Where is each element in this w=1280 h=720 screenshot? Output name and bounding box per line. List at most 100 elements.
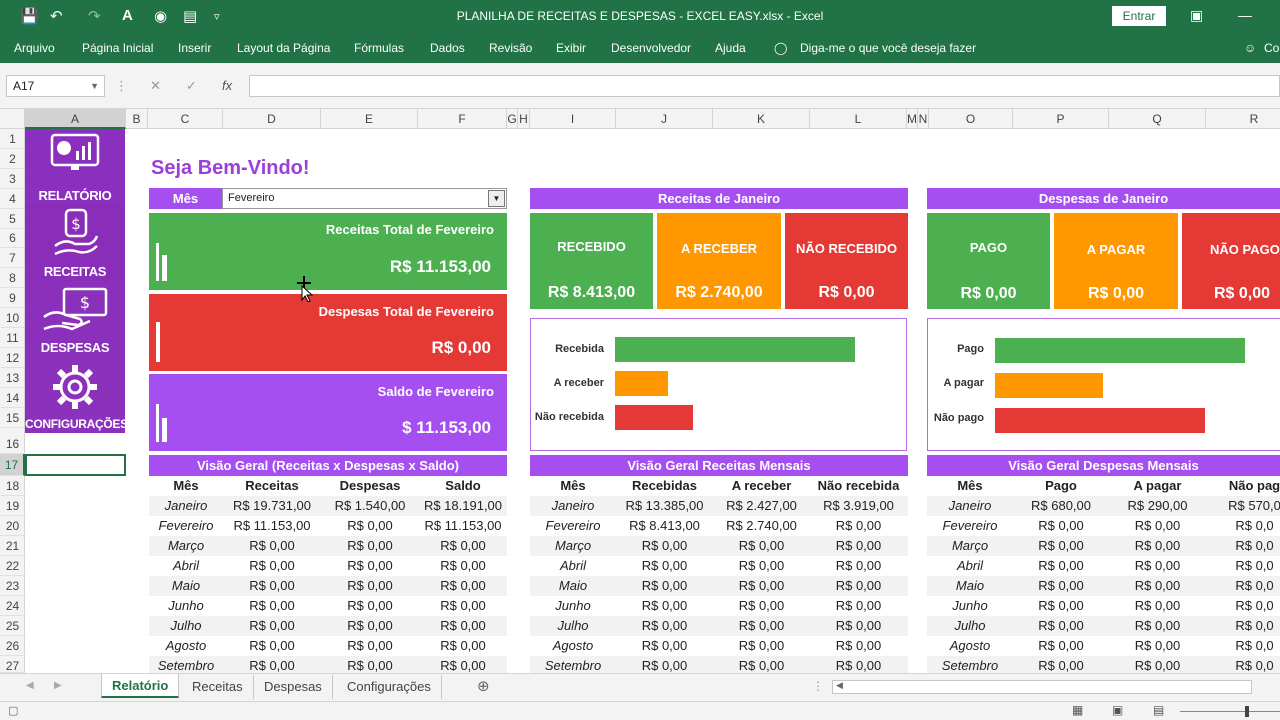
prev-sheet-icon[interactable]: ◀ [26,680,34,691]
col-header-i[interactable]: I [530,109,616,129]
row-header[interactable]: 18 [0,476,25,496]
tab-layout[interactable]: Layout da Página [237,41,330,55]
page-break-icon[interactable]: ▤ [1153,703,1164,717]
selected-cell[interactable] [25,454,126,476]
tell-me-search[interactable]: Diga-me o que você deseja fazer [800,41,976,55]
tab-revisao[interactable]: Revisão [489,41,532,55]
month-select[interactable]: Fevereiro ▼ [222,188,507,209]
row-header[interactable]: 25 [0,616,25,636]
col-header-n[interactable]: N [918,109,929,129]
row-header[interactable]: 19 [0,496,25,516]
row-header[interactable]: 5 [0,209,25,229]
tab-arquivo[interactable]: Arquivo [14,41,55,55]
row-header[interactable]: 27 [0,656,25,673]
col-header-l[interactable]: L [810,109,907,129]
col-header-h[interactable]: H [518,109,530,129]
row-header[interactable]: 12 [0,348,25,368]
col-header-d[interactable]: D [223,109,321,129]
row-header[interactable]: 3 [0,169,25,189]
zoom-slider-thumb[interactable] [1245,706,1249,717]
row-header[interactable]: 13 [0,368,25,388]
value-cell: R$ 0,00 [1038,638,1084,653]
row-header[interactable]: 9 [0,288,25,308]
row-header[interactable]: 15 [0,408,25,428]
tab-desenvolvedor[interactable]: Desenvolvedor [611,41,691,55]
month-cell: Agosto [165,638,207,653]
col-header-o[interactable]: O [929,109,1013,129]
macro-record-icon[interactable]: ▢ [8,704,18,717]
sidebar-item-despesas[interactable]: $ DESPESAS [25,281,125,357]
row-header[interactable]: 6 [0,229,25,248]
name-box[interactable]: A17 ▼ [6,75,105,97]
col-header-e[interactable]: E [321,109,418,129]
col-header-a[interactable]: A [25,109,126,129]
value-cell: R$ 0,00 [835,638,882,653]
row-header-selected[interactable]: 17 [0,454,25,476]
row-header[interactable]: 14 [0,388,25,408]
split-handle-icon[interactable]: ⋮ [812,679,824,693]
value-cell: R$ 0,00 [641,598,688,613]
row-header[interactable]: 10 [0,308,25,328]
col-header-g[interactable]: G [507,109,518,129]
minimize-icon[interactable]: — [1238,7,1252,23]
enter-icon[interactable]: ✓ [186,78,197,94]
col-header-p[interactable]: P [1013,109,1109,129]
col-header-k[interactable]: K [713,109,810,129]
row-header[interactable]: 22 [0,556,25,576]
row-header[interactable]: 16 [0,428,25,454]
row-header[interactable]: 23 [0,576,25,596]
chevron-down-icon[interactable]: ▼ [488,190,505,207]
page-layout-icon[interactable]: ▣ [1112,703,1123,717]
col-header-q[interactable]: Q [1109,109,1206,129]
tab-inserir[interactable]: Inserir [178,41,211,55]
chevron-down-icon[interactable]: ▼ [90,76,99,96]
col-header-f[interactable]: F [418,109,507,129]
ribbon-display-icon[interactable]: ▣ [1190,7,1203,24]
sidebar-item-configuracoes[interactable]: CONFIGURAÇÕES [25,357,128,433]
col-header-m[interactable]: M [907,109,918,129]
row-header[interactable]: 21 [0,536,25,556]
select-all-corner[interactable] [0,109,25,129]
share-button[interactable]: Co [1264,41,1279,55]
row-header[interactable]: 20 [0,516,25,536]
value-cell: R$ 0,00 [1134,638,1181,653]
row-header[interactable]: 7 [0,248,25,268]
month-cell: Maio [955,578,985,593]
cancel-icon[interactable]: ✕ [150,78,161,94]
tab-pagina-inicial[interactable]: Página Inicial [82,41,153,55]
sidebar-item-receitas[interactable]: $ RECEITAS [25,205,125,281]
horizontal-scrollbar[interactable]: ◀ [832,680,1252,694]
normal-view-icon[interactable]: ▦ [1072,703,1083,717]
value-cell: R$ 0,00 [738,538,785,553]
row-headers: 1 2 3 4 5 6 7 8 9 10 11 12 13 14 15 16 1… [0,129,25,673]
sheet-tab-receitas[interactable]: Receitas [182,675,254,699]
tab-formulas[interactable]: Fórmulas [354,41,404,55]
scroll-left-icon[interactable]: ◀ [836,680,843,691]
sheet-tab-relatorio[interactable]: Relatório [101,674,180,698]
row-header[interactable]: 11 [0,328,25,348]
tab-ajuda[interactable]: Ajuda [715,41,746,55]
row-header[interactable]: 26 [0,636,25,656]
sidebar-item-relatorio[interactable]: RELATÓRIO [25,129,125,205]
next-sheet-icon[interactable]: ▶ [54,680,62,691]
row-header[interactable]: 4 [0,189,25,209]
zoom-slider[interactable] [1180,711,1280,712]
col-header-j[interactable]: J [616,109,713,129]
insert-function-icon[interactable]: fx [222,78,232,93]
formula-input[interactable] [249,75,1280,97]
tab-exibir[interactable]: Exibir [556,41,586,55]
despesas-total-card: Despesas Total de Fevereiro R$ 0,00 [149,294,507,371]
sheet-tab-despesas[interactable]: Despesas [254,675,333,699]
card-value: R$ 0,00 [818,284,875,301]
row-header[interactable]: 1 [0,129,25,149]
row-header[interactable]: 24 [0,596,25,616]
col-header-b[interactable]: B [126,109,148,129]
row-header[interactable]: 8 [0,268,25,288]
sheet-tab-configuracoes[interactable]: Configurações [337,675,442,699]
col-header-r[interactable]: R [1206,109,1280,129]
tab-dados[interactable]: Dados [430,41,465,55]
signin-button[interactable]: Entrar [1112,6,1166,26]
add-sheet-icon[interactable]: ⊕ [477,677,490,695]
row-header[interactable]: 2 [0,149,25,169]
col-header-c[interactable]: C [148,109,223,129]
